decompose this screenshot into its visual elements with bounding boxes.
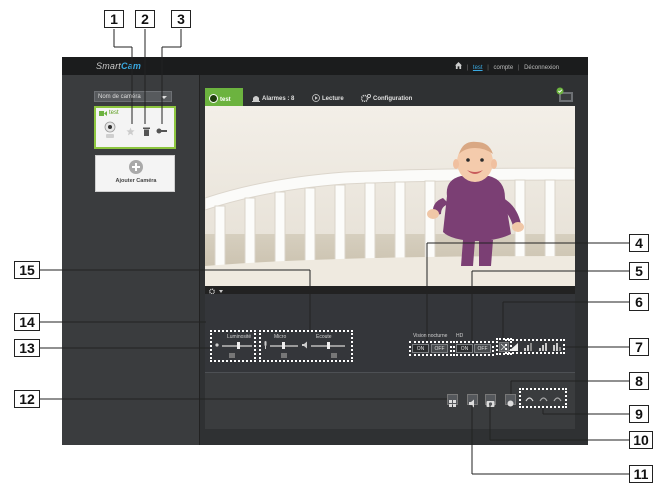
callout-4: 4 (629, 234, 649, 252)
callout-3: 3 (171, 10, 191, 28)
callout-14: 14 (14, 313, 40, 331)
callout-13: 13 (14, 339, 40, 357)
callout-9: 9 (629, 405, 649, 423)
callout-2: 2 (135, 10, 155, 28)
callout-1: 1 (104, 10, 124, 28)
callout-leaders (40, 29, 629, 475)
callout-6: 6 (629, 293, 649, 311)
callout-8: 8 (629, 372, 649, 390)
callout-5: 5 (629, 262, 649, 280)
callout-7: 7 (629, 338, 649, 356)
callout-15: 15 (14, 261, 40, 279)
callout-12: 12 (14, 390, 40, 408)
callout-11: 11 (629, 465, 653, 483)
callout-10: 10 (629, 431, 653, 449)
